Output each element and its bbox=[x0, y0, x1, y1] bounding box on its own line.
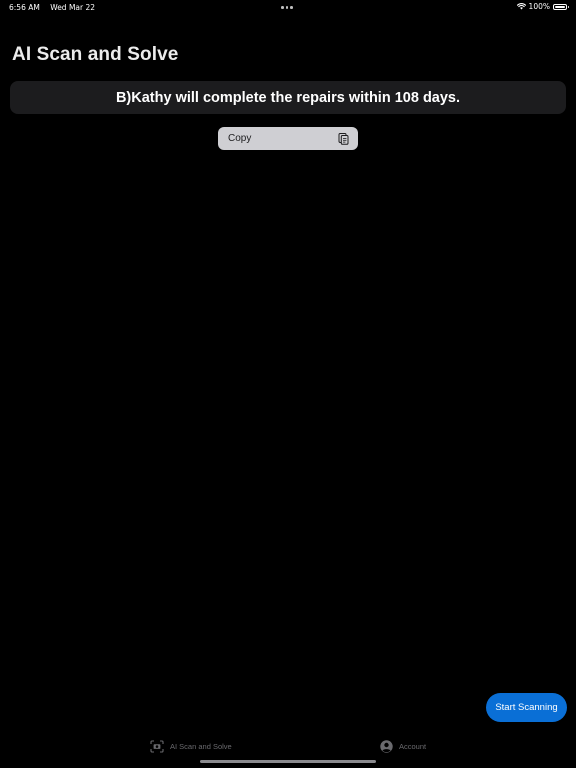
tab-account[interactable]: Account bbox=[380, 732, 426, 760]
account-icon bbox=[380, 739, 393, 753]
scan-icon bbox=[150, 739, 164, 753]
battery-icon bbox=[553, 3, 569, 10]
copy-icon bbox=[338, 133, 349, 145]
copy-menu-item[interactable]: Copy bbox=[218, 127, 358, 150]
status-date: Wed Mar 22 bbox=[50, 3, 96, 12]
copy-label: Copy bbox=[228, 133, 252, 144]
multitask-dots-icon[interactable] bbox=[281, 6, 293, 9]
start-scanning-button[interactable]: Start Scanning bbox=[486, 693, 567, 722]
tab-bar: AI Scan and Solve Account bbox=[0, 732, 576, 760]
status-indicators: 100% bbox=[516, 2, 569, 11]
wifi-icon bbox=[516, 3, 526, 10]
result-card[interactable]: B)Kathy will complete the repairs within… bbox=[10, 81, 566, 114]
status-bar: 6:56 AM Wed Mar 22 100% bbox=[0, 0, 576, 14]
battery-percentage: 100% bbox=[528, 2, 550, 11]
result-text: B)Kathy will complete the repairs within… bbox=[115, 89, 461, 106]
tab-ai-scan-and-solve[interactable]: AI Scan and Solve bbox=[150, 732, 232, 760]
home-indicator[interactable] bbox=[200, 760, 376, 763]
tab-label: Account bbox=[399, 741, 427, 751]
status-time: 6:56 AM bbox=[9, 3, 40, 12]
status-time-date: 6:56 AM Wed Mar 22 bbox=[9, 3, 95, 12]
tab-label: AI Scan and Solve bbox=[170, 741, 232, 751]
page-title: AI Scan and Solve bbox=[12, 44, 179, 65]
